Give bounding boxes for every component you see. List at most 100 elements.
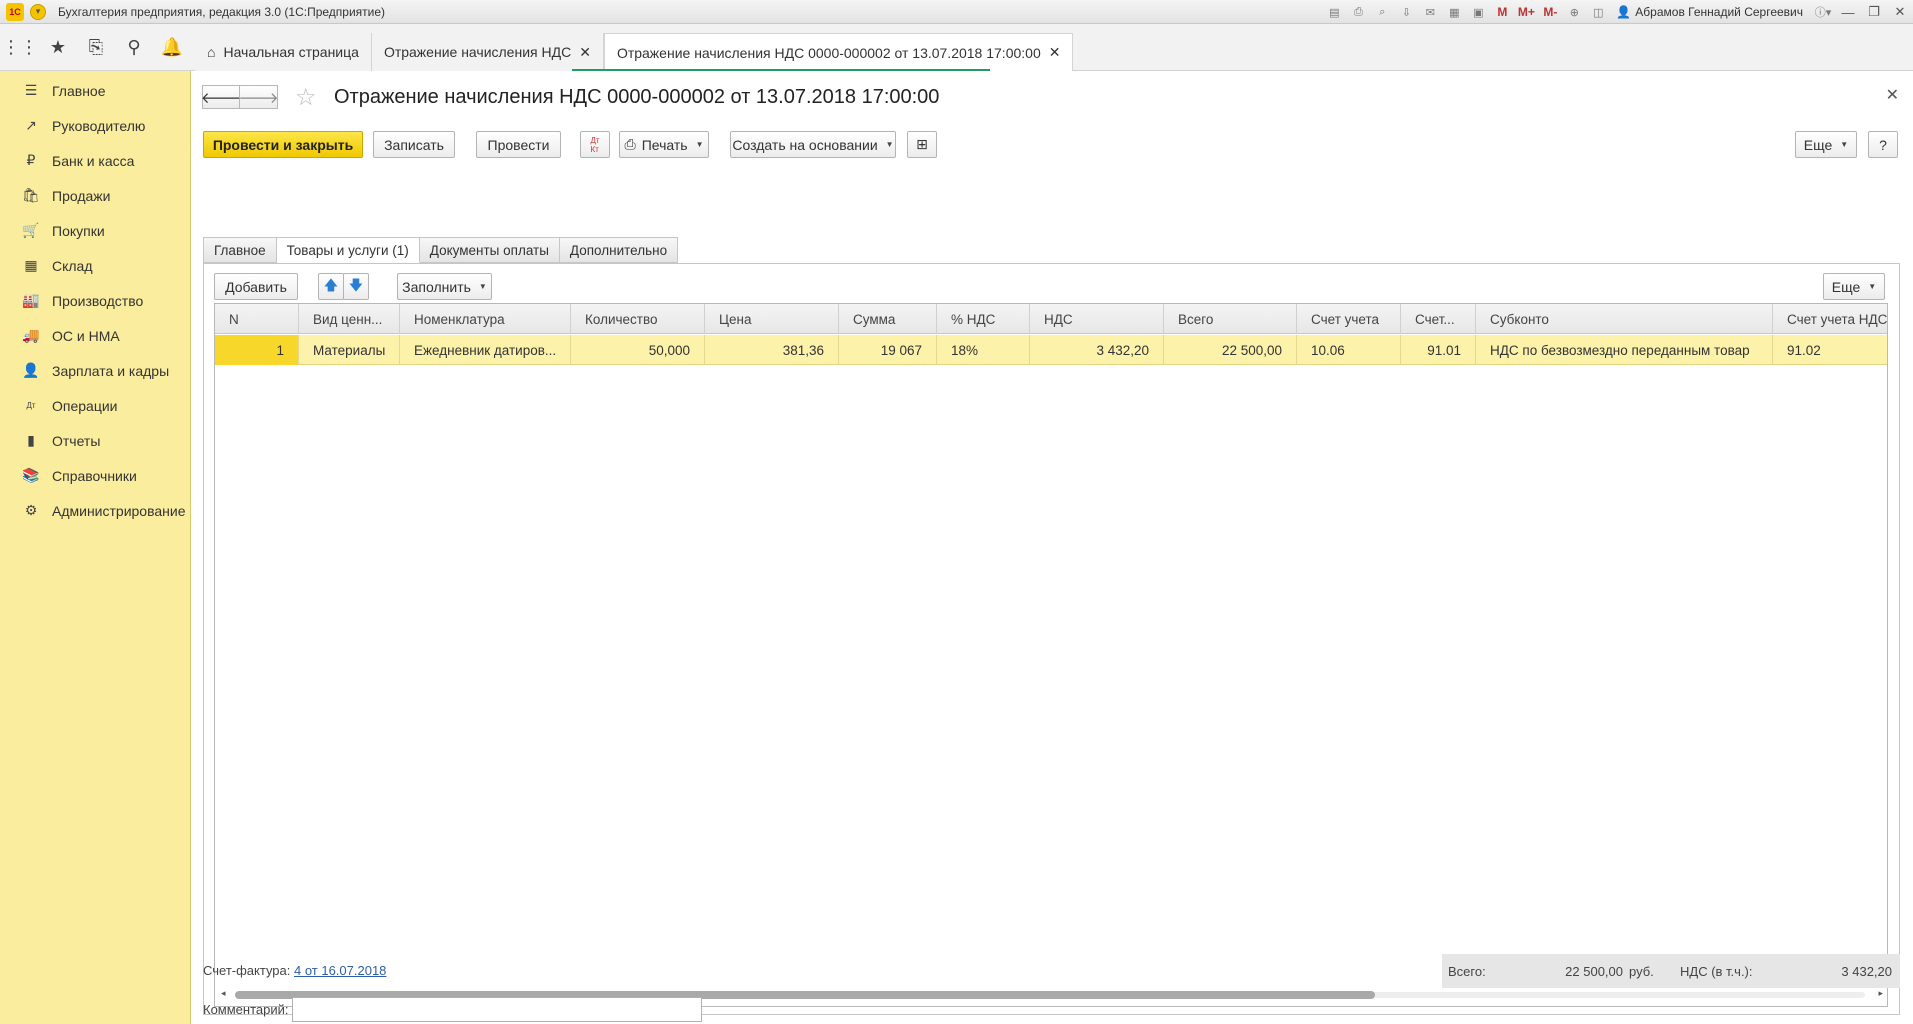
structure-icon[interactable]: ⊞ [907,131,937,158]
table-cell[interactable]: НДС по безвозмездно переданным товар [1476,335,1773,365]
save-button[interactable]: Записать [373,131,455,158]
apps-grid-icon[interactable]: ⋮⋮ [2,30,38,66]
more-button[interactable]: Еще ▼ [1795,131,1857,158]
app-logo-icon[interactable]: 1С [6,2,24,21]
help-button[interactable]: ? [1868,131,1898,158]
column-header[interactable]: % НДС [937,304,1030,334]
column-header[interactable]: НДС [1030,304,1164,334]
current-user[interactable]: 👤 Абрамов Геннадий Сергеевич [1616,5,1803,19]
sidebar-item[interactable]: ☰ Главное [0,73,190,108]
mail-icon[interactable]: ✉ [1420,3,1440,21]
sidebar-item[interactable]: 🛒 Покупки [0,213,190,248]
table-cell[interactable]: Ежедневник датиров... [400,335,571,365]
print-icon[interactable]: ⎙ [1348,3,1368,21]
search-icon[interactable]: ⚲ [116,30,152,66]
sidebar-item-label: Зарплата и кадры [52,362,170,379]
history-icon[interactable]: ⎘ [78,30,114,66]
close-form-icon[interactable]: ✕ [1886,85,1899,105]
sidebar-item[interactable]: ⚙ Администрирование [0,493,190,528]
table-cell[interactable]: 381,36 [705,335,839,365]
panel-icon[interactable]: ◫ [1588,3,1608,21]
table-cell[interactable]: 1 [215,335,299,365]
invoice-link[interactable]: 4 от 16.07.2018 [294,963,386,978]
sidebar-item[interactable]: 🏭 Производство [0,283,190,318]
table-cell[interactable]: Материалы [299,335,400,365]
move-down-icon[interactable]: 🡇 [343,273,369,300]
column-header[interactable]: Сумма [839,304,937,334]
move-up-icon[interactable]: 🡅 [318,273,344,300]
sidebar-item[interactable]: 🚚 ОС и НМА [0,318,190,353]
column-header[interactable]: Субконто [1476,304,1773,334]
zoom-icon[interactable]: ⊕ [1564,3,1584,21]
sidebar-item[interactable]: Дт Операции [0,388,190,423]
save-icon[interactable]: ▤ [1324,3,1344,21]
sidebar-item-label: Руководителю [52,117,146,134]
memory-minus-button[interactable]: M- [1540,3,1560,21]
cart-icon: 🛒 [22,222,40,238]
table-cell[interactable]: 3 432,20 [1030,335,1164,365]
tab-additional[interactable]: Дополнительно [559,237,679,263]
sidebar-item[interactable]: 🛍 Продажи [0,178,190,213]
tab-main[interactable]: Главное [203,237,277,263]
goods-table[interactable]: N Вид ценн... Номенклатура Количество Цена Су… [214,303,1888,1007]
bell-icon[interactable]: 🔔 [154,30,190,66]
sidebar-item[interactable]: ▮ Отчеты [0,423,190,458]
table-cell[interactable]: 50,000 [571,335,705,365]
preview-icon[interactable]: ⌕ [1372,3,1392,21]
info-icon[interactable]: ⓘ▾ [1813,3,1833,21]
tab-vat-document[interactable]: Отражение начисления НДС 0000-000002 от … [603,33,1074,71]
column-header[interactable]: N [215,304,299,334]
column-header[interactable]: Счет учета [1297,304,1401,334]
sidebar-item-label: Склад [52,257,93,274]
sidebar-item[interactable]: ₽ Банк и касса [0,143,190,178]
table-cell[interactable]: 91.01 [1401,335,1476,365]
print-button[interactable]: ⎙ Печать ▼ [619,131,709,158]
post-button[interactable]: Провести [476,131,561,158]
column-header[interactable]: Вид ценн... [299,304,400,334]
memory-plus-button[interactable]: M+ [1516,3,1536,21]
post-and-close-button[interactable]: Провести и закрыть [203,131,363,158]
sidebar-item[interactable]: 📚 Справочники [0,458,190,493]
column-header[interactable]: Цена [705,304,839,334]
close-window-icon[interactable]: ✕ [1887,4,1913,20]
sidebar-item[interactable]: 👤 Зарплата и кадры [0,353,190,388]
create-based-on-button[interactable]: Создать на основании ▼ [730,131,896,158]
table-cell[interactable]: 91.02 [1773,335,1887,365]
table-row[interactable]: 1 Материалы Ежедневник датиров... 50,000 381… [215,335,1887,365]
scroll-right-icon[interactable]: ▸ [1878,988,1883,999]
table-cell[interactable]: 22 500,00 [1164,335,1297,365]
column-header[interactable]: Номенклатура [400,304,571,334]
column-header[interactable]: Счет... [1401,304,1476,334]
tab-goods-services[interactable]: Товары и услуги (1) [276,237,420,263]
table-cell[interactable]: 10.06 [1297,335,1401,365]
table-more-button[interactable]: Еще ▼ [1823,273,1885,300]
main-menu-icon[interactable]: ▾ [30,3,46,20]
close-icon[interactable]: ✕ [1049,44,1061,61]
table-cell[interactable]: 19 067 [839,335,937,365]
add-button[interactable]: Добавить [214,273,298,300]
column-header[interactable]: Всего [1164,304,1297,334]
column-header[interactable]: Количество [571,304,705,334]
fill-button[interactable]: Заполнить ▼ [397,273,492,300]
tab-vat-list[interactable]: Отражение начисления НДС ✕ [371,33,604,71]
forward-button[interactable]: 🡒 [238,85,279,109]
back-button[interactable]: 🡐 [201,85,241,109]
calendar-icon[interactable]: ▣ [1468,3,1488,21]
minimize-icon[interactable]: — [1835,5,1861,20]
memory-button[interactable]: M [1492,3,1512,21]
tab-home[interactable]: ⌂ Начальная страница [195,33,372,71]
comment-field[interactable] [292,997,702,1022]
sidebar-item[interactable]: ▦ Склад [0,248,190,283]
column-header[interactable]: Счет учета НДС [1773,304,1887,334]
download-icon[interactable]: ⇩ [1396,3,1416,21]
favorite-star-icon[interactable]: ☆ [295,83,317,112]
favorites-star-icon[interactable]: ★ [40,30,76,66]
restore-icon[interactable]: ❐ [1861,4,1887,20]
table-cell[interactable]: 18% [937,335,1030,365]
tab-payment-documents[interactable]: Документы оплаты [419,237,560,263]
sidebar-item[interactable]: ↗ Руководителю [0,108,190,143]
scroll-left-icon[interactable]: ◂ [221,988,226,999]
dt-kt-icon[interactable]: Дт Кт [580,131,610,158]
close-icon[interactable]: ✕ [579,44,591,61]
calculator-icon[interactable]: ▦ [1444,3,1464,21]
